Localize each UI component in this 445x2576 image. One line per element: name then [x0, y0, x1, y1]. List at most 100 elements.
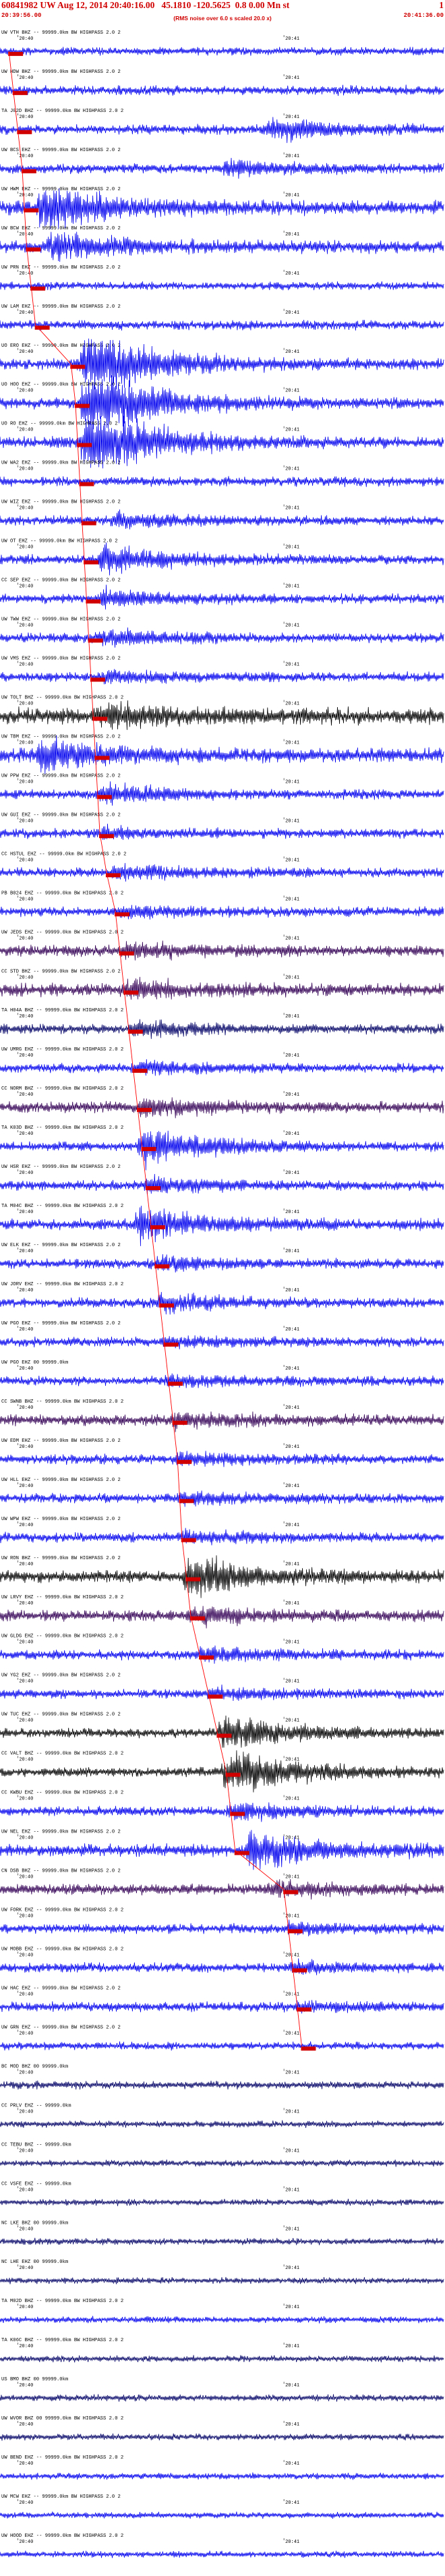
trace-label: UW PGO EHZ 00 99999.0km: [1, 1360, 68, 1366]
trace-label: CC TEBU BHZ -- 99999.0km: [1, 2142, 71, 2148]
waveform: [0, 1254, 444, 1273]
waveform: [0, 281, 444, 291]
trace: UW MCW EHZ -- 99999.0km BW HIGHPASS 2.0 …: [0, 2494, 444, 2519]
pick-marker: [30, 286, 46, 291]
time-tick-label: 20:41: [285, 2305, 299, 2310]
waveform: [0, 2316, 444, 2324]
trace: UW LRVY EHZ -- 99999.0km BW HIGHPASS 2.0…: [0, 1595, 444, 1629]
pick-marker: [132, 1069, 148, 1073]
pick-marker: [172, 1420, 187, 1425]
trace-label: TA K03D BHZ -- 99999.0km BW HIGHPASS 2.0…: [1, 1125, 123, 1131]
trace: UW WIZ EHZ -- 99999.0km BW HIGHPASS 2.0 …: [0, 500, 444, 530]
pick-marker: [127, 1030, 143, 1034]
trace-label: CC HSTUL EHZ -- 99999.0km BW HIGHPASS 2.…: [1, 851, 126, 857]
trace-label: UW HLL EHZ -- 99999.0km BW HIGHPASS 2.0 …: [1, 1478, 121, 1483]
trace-label: UW GLDG EHZ -- 99999.0km BW HIGHPASS 2.0…: [1, 1634, 123, 1640]
time-tick-label: 20:41: [285, 858, 299, 863]
time-tick-label: 20:41: [285, 623, 299, 629]
trace-label: UW LRVY EHZ -- 99999.0km BW HIGHPASS 2.0…: [1, 1595, 123, 1600]
time-tick-label: 20:41: [285, 740, 299, 746]
trace: UW GLDG EHZ -- 99999.0km BW HIGHPASS 2.0…: [0, 1634, 444, 1664]
pick-marker: [119, 951, 134, 956]
trace-label: UW WA2 EHZ -- 99999.0km BW HIGHPASS 2.0 …: [1, 461, 121, 466]
trace: UW WPW EHZ -- 99999.0km BW HIGHPASS 2.0 …: [0, 1517, 444, 1546]
time-tick-label: 20:40: [19, 2305, 33, 2310]
trace: UW JORV EHZ -- 99999.0km BW HIGHPASS 2.0…: [0, 1282, 444, 1315]
trace-label: UW BCW EHZ -- 99999.0km BW HIGHPASS 2.0 …: [1, 226, 121, 231]
trace-label: UO HOO EHZ -- 99999.0km BW HIGHPASS 2.0 …: [1, 383, 121, 388]
trace-label: UW HSR EHZ -- 99999.0km BW HIGHPASS 2.0 …: [1, 1165, 121, 1170]
trace: TA M04C BHZ -- 99999.0km BW HIGHPASS 2.0…: [0, 1204, 444, 1246]
trace: TA J02D BHZ -- 99999.0km BW HIGHPASS 2.0…: [0, 109, 444, 143]
time-tick-label: 20:41: [285, 2227, 299, 2232]
waveform: [0, 1555, 444, 1598]
time-tick-label: 20:40: [19, 1914, 33, 1920]
time-tick-label: 20:41: [285, 1484, 299, 1489]
trace: CC HSTUL EHZ -- 99999.0km BW HIGHPASS 2.…: [0, 851, 444, 882]
pick-marker: [208, 1694, 223, 1699]
time-tick-label: 20:40: [19, 76, 33, 81]
pick-marker: [99, 834, 115, 839]
trace-label: US BMO BHZ 00 99999.0km: [1, 2377, 68, 2382]
time-tick-label: 20:41: [285, 2461, 299, 2467]
trace: UW TWW EHZ -- 99999.0km BW HIGHPASS 2.0 …: [0, 617, 444, 648]
trace-label: UW VTH BHZ -- 99999.0km BW HIGHPASS 2.0 …: [1, 30, 121, 36]
time-tick-label: 20:40: [19, 193, 33, 198]
trace: TA K06C BHZ -- 99999.0km BW HIGHPASS 2.0…: [0, 2338, 444, 2363]
pick-marker: [90, 677, 105, 682]
waveform: [0, 1173, 444, 1194]
trace-label: UO RO EHZ -- 99999.0km BW HIGHPASS 2.0 2: [1, 422, 118, 427]
time-tick-label: 20:40: [19, 1562, 33, 1567]
trace: CC VSFE EHZ -- 99999.0km20:40 20:41: [0, 2181, 444, 2206]
time-tick-label: 20:41: [285, 310, 299, 316]
waveform: [0, 188, 444, 229]
trace-label: UO ERO EHZ -- 99999.0km BW HIGHPASS 2.0 …: [1, 343, 121, 349]
waveform: [0, 1879, 444, 1900]
pick-marker: [8, 51, 24, 56]
trace: UW TBM EHZ -- 99999.0km BW HIGHPASS 2.0 …: [0, 734, 444, 775]
time-tick-label: 20:40: [19, 115, 33, 120]
waveform: [0, 1715, 444, 1748]
time-tick-label: 20:40: [19, 2148, 33, 2154]
trace-label: CC STD BHZ -- 99999.0km BW HIGHPASS 2.0 …: [1, 969, 121, 974]
pick-marker: [94, 756, 110, 760]
time-tick-label: 20:41: [285, 1445, 299, 1450]
trace-label: UW GRN EHZ -- 99999.0km BW HIGHPASS 2.0 …: [1, 2025, 121, 2030]
trace-label: UW VMS EHZ -- 99999.0km BW HIGHPASS 2.0 …: [1, 656, 121, 662]
trace: UW PGO EHZ 00 99999.0km20:40 20:41: [0, 1360, 444, 1389]
trace: UW HWM EHZ -- 99999.0km BW HIGHPASS 2.0 …: [0, 187, 444, 229]
time-tick-label: 20:41: [285, 232, 299, 237]
trace: UW PPW EHZ -- 99999.0km BW HIGHPASS 2.0 …: [0, 773, 444, 806]
pick-marker: [136, 1108, 152, 1113]
pick-marker: [74, 403, 90, 408]
trace-label: UW BCS EHZ -- 99999.0km BW HIGHPASS 2.0 …: [1, 148, 121, 153]
time-tick-label: 20:40: [19, 1366, 33, 1372]
time-tick-label: 20:41: [285, 389, 299, 394]
pick-marker: [115, 912, 130, 917]
time-tick-label: 20:40: [19, 818, 33, 824]
pick-marker: [158, 1303, 174, 1308]
time-tick-label: 20:40: [19, 1484, 33, 1489]
trace: UW BCW EHZ -- 99999.0km BW HIGHPASS 2.0 …: [0, 226, 444, 262]
trace: UW GUI EHZ -- 99999.0km BW HIGHPASS 2.0 …: [0, 812, 444, 840]
time-tick-label: 20:40: [19, 858, 33, 863]
trace-label: UW TOLT BHZ -- 99999.0km BW HIGHPASS 2.0…: [1, 695, 123, 700]
time-tick-label: 20:40: [19, 2383, 33, 2388]
time-tick-label: 20:40: [19, 2109, 33, 2115]
trace: UW NEL EHZ -- 99999.0km BW HIGHPASS 2.0 …: [0, 1830, 444, 1870]
time-tick-label: 20:41: [285, 1953, 299, 1958]
time-tick-label: 20:41: [285, 2383, 299, 2388]
pick-marker: [177, 1459, 192, 1464]
time-tick-label: 20:41: [285, 1092, 299, 1098]
pick-marker: [21, 169, 36, 173]
waveform: [0, 669, 444, 685]
trace: UW TUC EHZ -- 99999.0km BW HIGHPASS 2.0 …: [0, 1712, 444, 1748]
waveform: [0, 1920, 444, 1936]
time-tick-label: 20:41: [285, 1053, 299, 1059]
time-tick-label: 20:40: [19, 1288, 33, 1293]
pick-marker: [292, 1968, 307, 1973]
trace: CC KWBU EHZ -- 99999.0km BW HIGHPASS 2.0…: [0, 1791, 444, 1822]
time-tick-label: 20:41: [285, 584, 299, 590]
time-tick-label: 20:41: [285, 1523, 299, 1528]
time-tick-label: 20:41: [285, 349, 299, 355]
